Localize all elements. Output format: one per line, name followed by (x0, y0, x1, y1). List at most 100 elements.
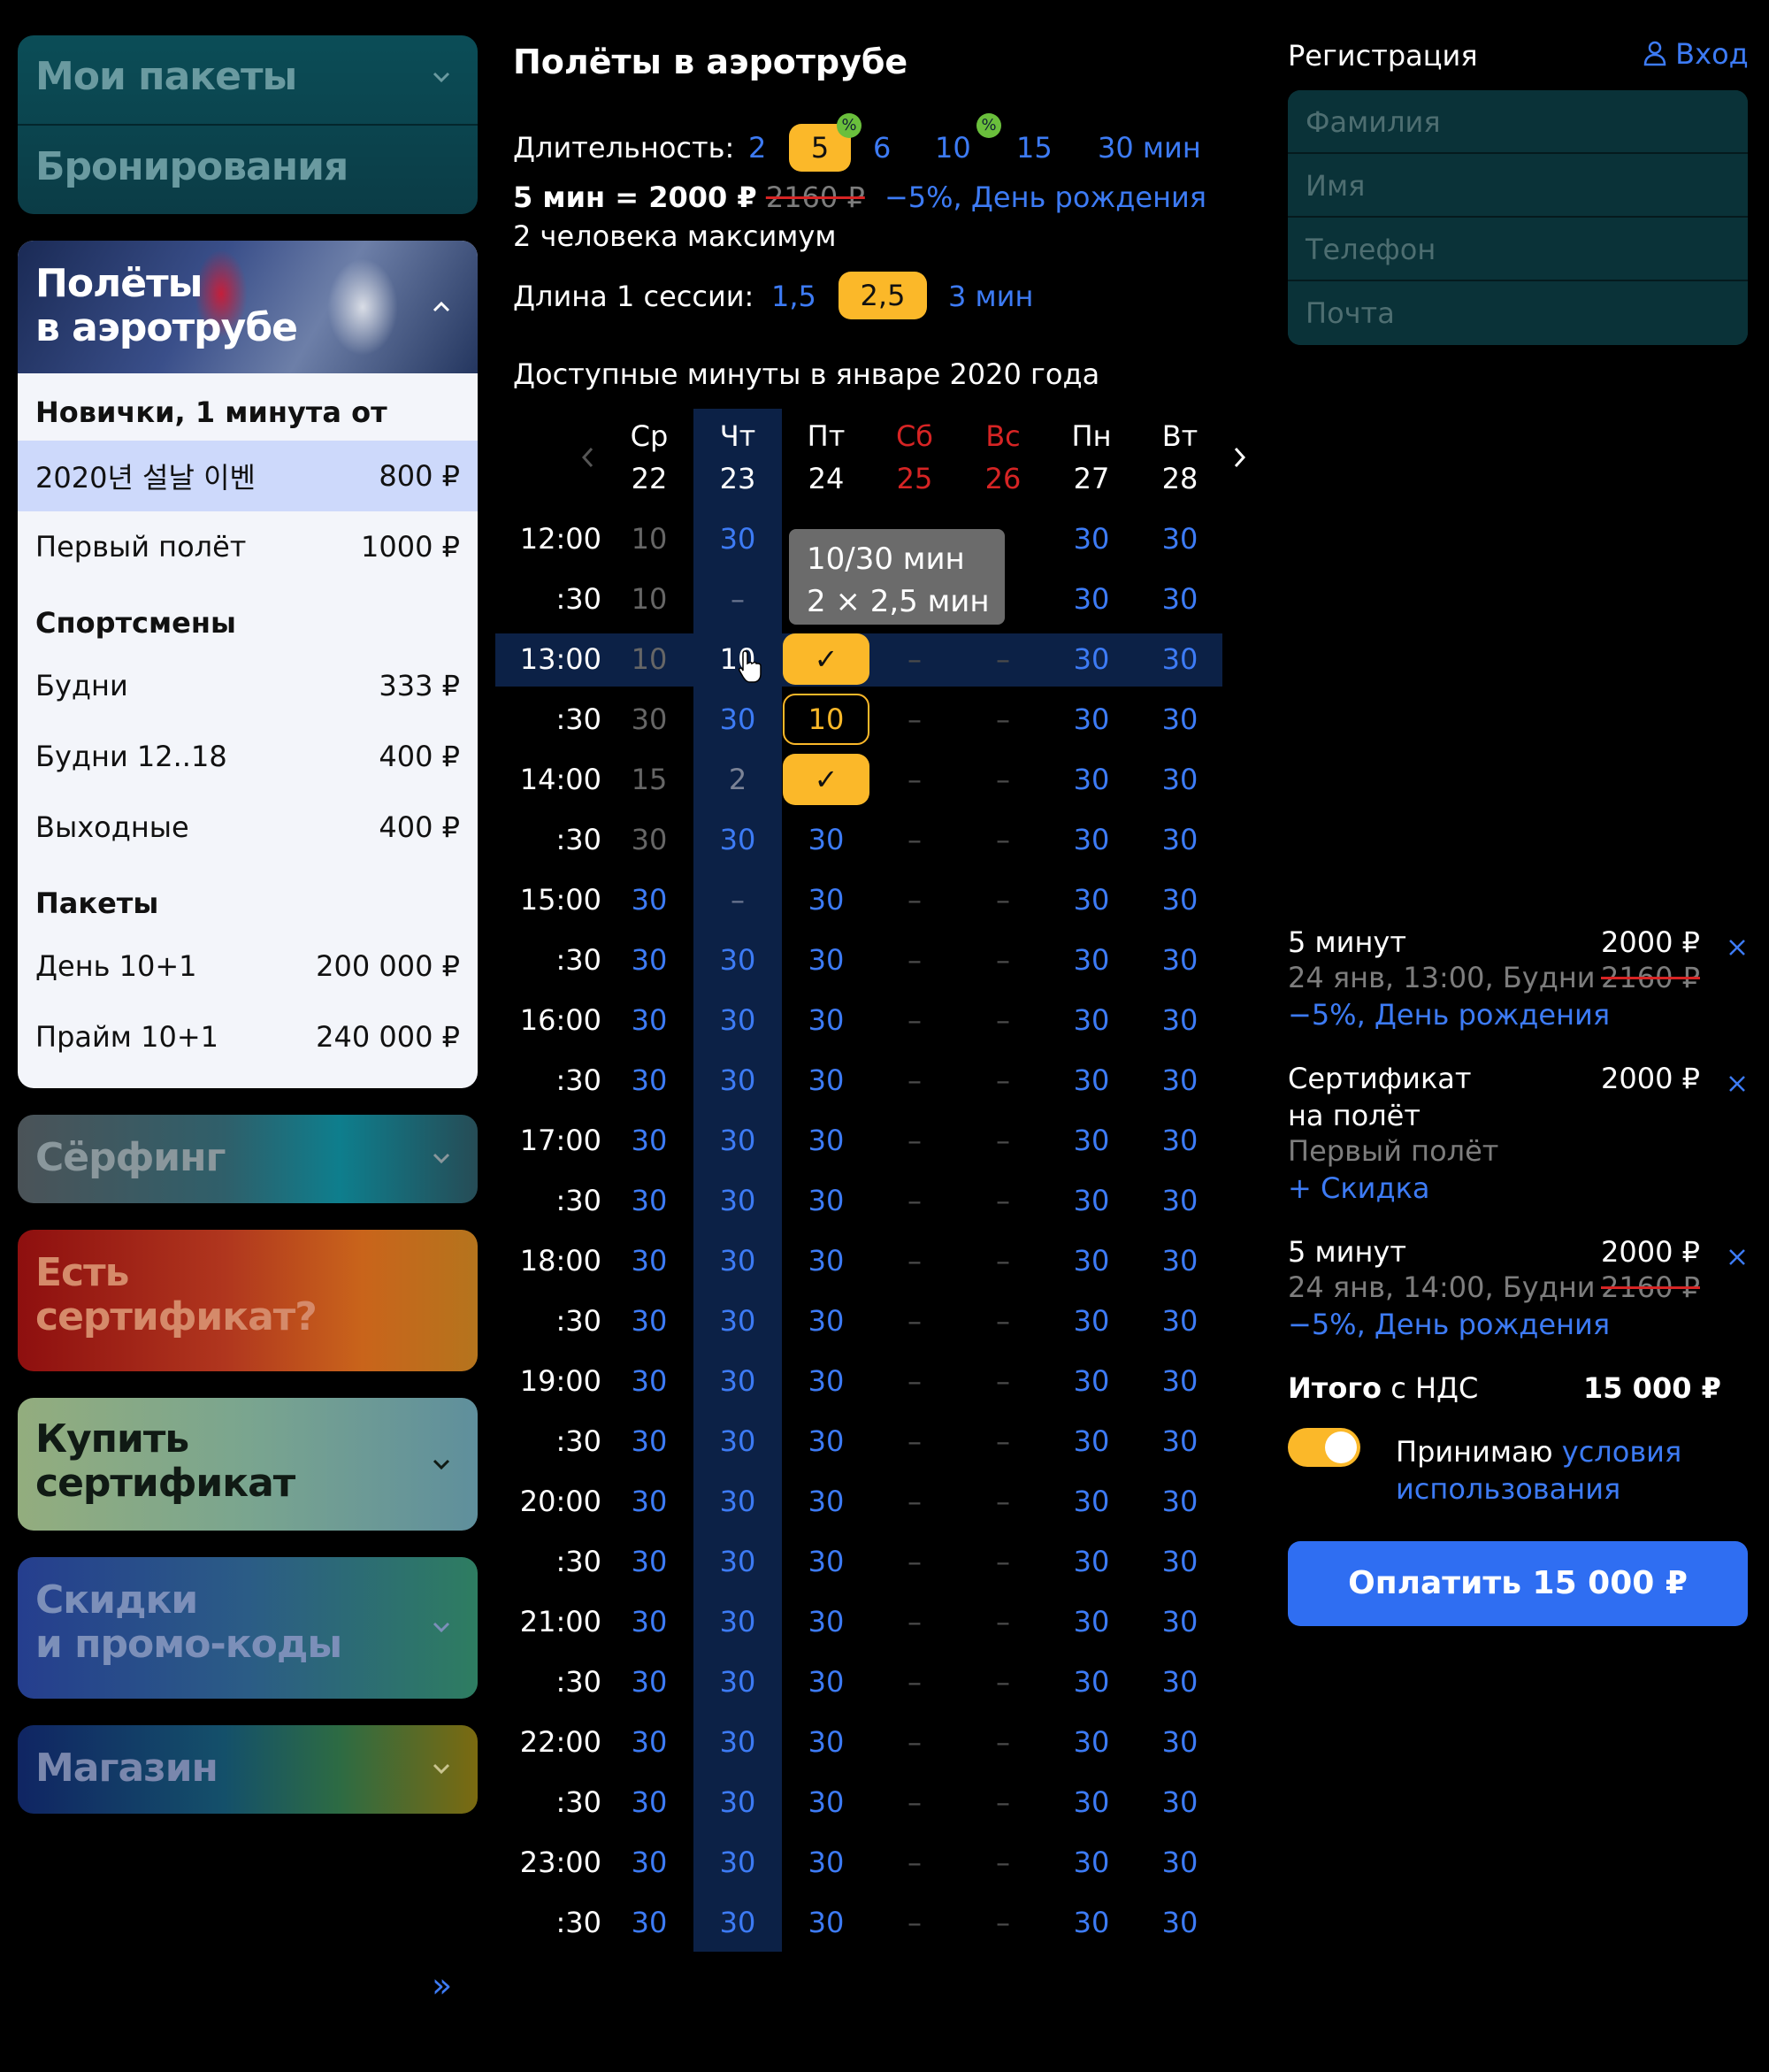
slot-available[interactable]: 30 (1136, 943, 1224, 977)
my-packages-title[interactable]: Мои пакеты (35, 55, 297, 99)
next-week-button[interactable] (1226, 444, 1252, 471)
slot-available[interactable]: 30 (1136, 1364, 1224, 1398)
slot-available[interactable]: 30 (605, 1364, 693, 1398)
slot-available[interactable]: 30 (1047, 1304, 1136, 1338)
session-option[interactable]: 3 мин (948, 280, 1033, 313)
slot-available[interactable]: 30 (605, 1846, 693, 1879)
tunnel-title[interactable]: Полёты в аэротрубе (35, 262, 298, 350)
prev-week-button[interactable] (575, 444, 601, 471)
slot-available[interactable]: 30 (1136, 1846, 1224, 1879)
slot-available[interactable]: 30 (782, 1545, 870, 1578)
slot-available[interactable]: 30 (605, 1605, 693, 1638)
shop-card[interactable]: Магазин (18, 1725, 478, 1814)
discounts-card[interactable]: Скидки и промо-коды (18, 1557, 478, 1699)
slot-available[interactable]: 30 (605, 1124, 693, 1157)
slot-available[interactable]: 30 (782, 1124, 870, 1157)
surfing-card[interactable]: Сёрфинг (18, 1115, 478, 1203)
slot-available[interactable]: 30 (1136, 642, 1224, 676)
slot-available[interactable]: 30 (782, 1244, 870, 1278)
chevron-down-icon[interactable] (428, 64, 455, 90)
accept-toggle[interactable] (1288, 1428, 1360, 1467)
slot-available[interactable]: 30 (1047, 1184, 1136, 1217)
buy-certificate-card[interactable]: Купить сертификат (18, 1398, 478, 1531)
slot-available[interactable]: 30 (1136, 883, 1224, 917)
slot-available[interactable]: 30 (1047, 1846, 1136, 1879)
slot-available[interactable]: 30 (1047, 1124, 1136, 1157)
price-discount-link[interactable]: −5%, День рождения (884, 180, 1206, 214)
slot-available[interactable]: 30 (782, 883, 870, 917)
slot-available[interactable]: 30 (782, 823, 870, 856)
slot-available[interactable]: 30 (1136, 763, 1224, 796)
slot-available[interactable]: 30 (782, 943, 870, 977)
slot-available[interactable]: 30 (1047, 943, 1136, 977)
slot-available[interactable]: 30 (605, 1424, 693, 1458)
slot-available[interactable]: 30 (1136, 1424, 1224, 1458)
duration-option[interactable]: 6 (873, 131, 891, 165)
close-icon[interactable] (1727, 1240, 1747, 1265)
slot-available[interactable]: 30 (605, 1725, 693, 1759)
slot-available[interactable]: 30 (1047, 582, 1136, 616)
slot-available[interactable]: 30 (1047, 1063, 1136, 1097)
slot-available[interactable]: 30 (1136, 1605, 1224, 1638)
terms-link[interactable]: использования (1396, 1472, 1620, 1506)
session-option[interactable]: 1,5 (771, 280, 816, 313)
slot-available[interactable]: 30 (693, 1003, 782, 1037)
slot-available[interactable]: 30 (782, 1485, 870, 1518)
slot-available[interactable]: 30 (782, 1063, 870, 1097)
slot-available[interactable]: 30 (605, 1304, 693, 1338)
slot-available[interactable]: 30 (693, 1485, 782, 1518)
slot-available[interactable]: 30 (1136, 702, 1224, 736)
duration-option[interactable]: 30 мин (1098, 131, 1201, 165)
slot-selected[interactable]: ✓ (783, 633, 869, 685)
slot-available[interactable]: 30 (693, 1424, 782, 1458)
duration-option[interactable]: 15 (1016, 131, 1053, 165)
slot-available[interactable]: 30 (1047, 642, 1136, 676)
slot-available[interactable]: 30 (1136, 1063, 1224, 1097)
slot-available[interactable]: 30 (605, 1545, 693, 1578)
login-link[interactable]: Вход (1643, 37, 1749, 71)
slot-available[interactable]: 30 (605, 943, 693, 977)
slot-available[interactable]: 30 (1136, 522, 1224, 556)
slot-selected[interactable]: ✓ (783, 754, 869, 805)
slot-available[interactable]: 30 (1047, 883, 1136, 917)
slot-available[interactable]: 30 (693, 1124, 782, 1157)
email-field[interactable]: Почта (1288, 281, 1748, 345)
slot-available[interactable]: 30 (1136, 1003, 1224, 1037)
chevron-down-icon[interactable] (428, 1755, 455, 1782)
slot-available[interactable]: 30 (1047, 702, 1136, 736)
slot-available[interactable]: 30 (1136, 1124, 1224, 1157)
slot-available[interactable]: 30 (1047, 1485, 1136, 1518)
my-packages-card[interactable]: Мои пакеты Бронирования (18, 35, 478, 214)
slot-available[interactable]: 30 (782, 1605, 870, 1638)
slot-available[interactable]: 30 (782, 1003, 870, 1037)
slot-available[interactable]: 30 (782, 1785, 870, 1819)
terms-link[interactable]: условия (1562, 1435, 1681, 1469)
pay-button[interactable]: Оплатить 15 000 ₽ (1288, 1541, 1748, 1626)
slot-available[interactable]: 30 (1047, 522, 1136, 556)
slot-available[interactable]: 30 (693, 1184, 782, 1217)
slot-available[interactable]: 30 (605, 1785, 693, 1819)
slot-available[interactable]: 30 (1136, 1244, 1224, 1278)
price-row[interactable]: Прайм 10+1 240 000 ₽ (18, 1001, 478, 1072)
price-row[interactable]: День 10+1 200 000 ₽ (18, 931, 478, 1001)
slot-available[interactable]: 30 (1047, 823, 1136, 856)
price-row-selected[interactable]: 2020년 설날 이벤 800 ₽ (18, 441, 478, 511)
price-row[interactable]: Первый полёт 1000 ₽ (18, 511, 478, 582)
chevron-down-icon[interactable] (428, 1451, 455, 1477)
slot-available[interactable]: 30 (693, 1785, 782, 1819)
slot-available[interactable]: 30 (693, 522, 782, 556)
surname-field[interactable]: Фамилия (1288, 90, 1748, 154)
chevron-up-icon[interactable] (428, 294, 455, 320)
cart-item-discount[interactable]: −5%, День рождения (1288, 998, 1610, 1032)
bookings-title[interactable]: Бронирования (35, 145, 348, 189)
slot-available[interactable]: 30 (1136, 1785, 1224, 1819)
session-option-selected[interactable]: 2,5 (839, 272, 927, 319)
slot-available[interactable]: 30 (605, 883, 693, 917)
slot-available[interactable]: 30 (1047, 1003, 1136, 1037)
slot-available[interactable]: 30 (1136, 1725, 1224, 1759)
price-row[interactable]: Будни 12..18 400 ₽ (18, 721, 478, 792)
slot-available[interactable]: 30 (1136, 823, 1224, 856)
price-row[interactable]: Будни 333 ₽ (18, 650, 478, 721)
close-icon[interactable] (1727, 931, 1747, 955)
chevron-down-icon[interactable] (428, 1614, 455, 1640)
